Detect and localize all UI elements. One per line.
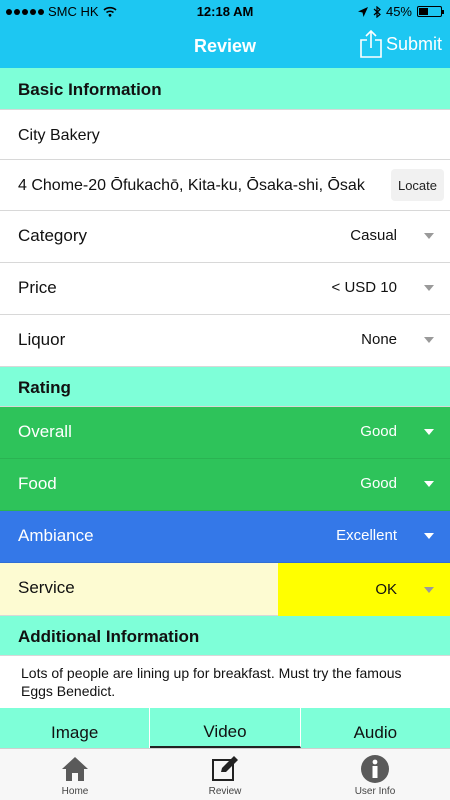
- section-additional-information: Additional Information: [0, 616, 450, 656]
- info-icon: [360, 754, 390, 784]
- service-label: Service: [18, 578, 75, 597]
- battery-level: [419, 8, 429, 15]
- food-value: Good: [360, 475, 397, 492]
- section-header: Additional Information: [18, 627, 200, 646]
- section-rating: Rating: [0, 367, 450, 407]
- status-right: 45%: [357, 4, 444, 19]
- tab-home[interactable]: Home: [0, 749, 150, 800]
- section-basic-information: Basic Information: [0, 68, 450, 110]
- status-bar: SMC HK 12:18 AM 45%: [0, 0, 450, 22]
- chevron-down-icon: [424, 285, 434, 291]
- share-icon: [360, 30, 382, 58]
- restaurant-name-field[interactable]: City Bakery: [0, 110, 450, 160]
- chevron-down-icon: [424, 533, 434, 539]
- address-text: 4 Chome-20 Ōfukachō, Kita-ku, Ōsaka-shi,…: [18, 177, 365, 194]
- overall-value: Good: [360, 423, 397, 440]
- service-rating-picker[interactable]: Service OK: [0, 563, 450, 616]
- nav-bar: Review Submit: [0, 22, 450, 68]
- food-label: Food: [18, 474, 57, 493]
- liquor-value: None: [361, 331, 397, 348]
- bluetooth-icon: [373, 5, 381, 18]
- location-arrow-icon: [357, 6, 368, 17]
- category-label: Category: [18, 226, 87, 245]
- restaurant-name: City Bakery: [18, 127, 100, 144]
- tab-review-label: Review: [208, 786, 242, 797]
- chevron-down-icon: [424, 429, 434, 435]
- submit-button[interactable]: Submit: [359, 30, 442, 58]
- ambiance-rating-picker[interactable]: Ambiance Excellent: [0, 511, 450, 563]
- media-tabs: Image Video Audio: [0, 708, 450, 748]
- liquor-label: Liquor: [18, 330, 66, 349]
- battery-percent: 45%: [385, 4, 412, 19]
- section-header: Basic Information: [18, 80, 162, 99]
- tab-user-info[interactable]: User Info: [300, 749, 450, 800]
- tab-video[interactable]: Video: [150, 708, 301, 748]
- ambiance-value: Excellent: [336, 527, 397, 544]
- submit-label: Submit: [385, 33, 442, 54]
- ambiance-label: Ambiance: [18, 526, 94, 545]
- address-field[interactable]: 4 Chome-20 Ōfukachō, Kita-ku, Ōsaka-shi,…: [0, 160, 450, 211]
- food-rating-picker[interactable]: Food Good: [0, 459, 450, 511]
- category-value: Casual: [350, 227, 397, 244]
- locate-button[interactable]: Locate: [391, 169, 444, 201]
- section-header: Rating: [18, 378, 71, 397]
- category-picker[interactable]: Category Casual: [0, 211, 450, 263]
- overall-rating-picker[interactable]: Overall Good: [0, 407, 450, 459]
- tab-audio[interactable]: Audio: [301, 708, 450, 748]
- review-notes[interactable]: Lots of people are lining up for breakfa…: [21, 664, 431, 700]
- tab-image[interactable]: Image: [0, 708, 151, 748]
- price-value: < USD 10: [331, 279, 397, 296]
- price-picker[interactable]: Price < USD 10: [0, 263, 450, 315]
- chevron-down-icon: [424, 481, 434, 487]
- tab-bar: Home Review User Info: [0, 748, 450, 800]
- chevron-down-icon: [424, 587, 434, 593]
- liquor-picker[interactable]: Liquor None: [0, 315, 450, 367]
- home-icon: [61, 754, 89, 784]
- edit-icon: [211, 754, 239, 784]
- chevron-down-icon: [424, 233, 434, 239]
- price-label: Price: [18, 278, 57, 297]
- battery-icon: [417, 6, 444, 17]
- service-value: OK: [375, 581, 397, 598]
- chevron-down-icon: [424, 337, 434, 343]
- overall-label: Overall: [18, 422, 72, 441]
- tab-user-info-label: User Info: [354, 786, 396, 797]
- tab-home-label: Home: [61, 786, 89, 797]
- tab-review[interactable]: Review: [150, 749, 300, 800]
